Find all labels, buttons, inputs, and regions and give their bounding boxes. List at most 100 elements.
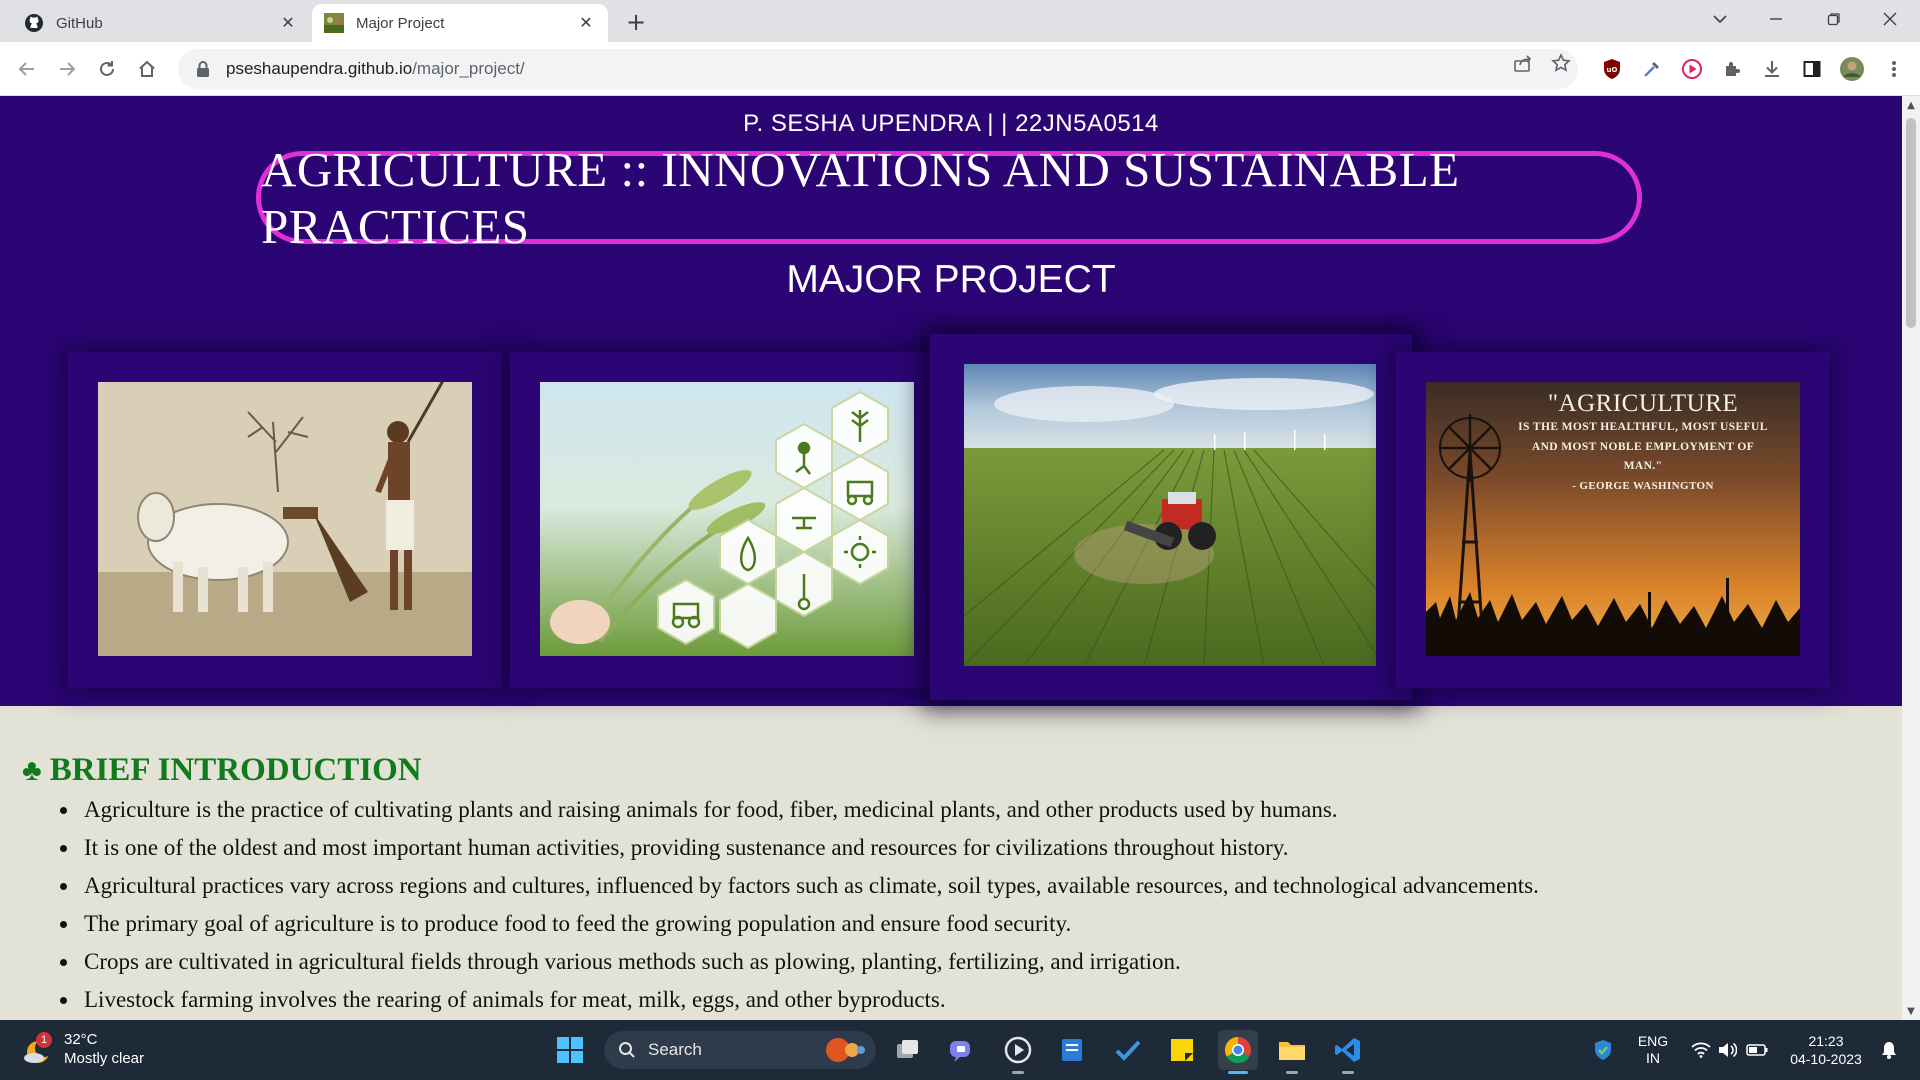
list-item: Agricultural practices vary across regio… — [80, 867, 1882, 905]
share-icon[interactable] — [1512, 52, 1534, 74]
page-title-text: AGRICULTURE :: INNOVATIONS AND SUSTAINAB… — [261, 141, 1460, 254]
search-icon — [618, 1041, 636, 1059]
weather-widget[interactable]: 1 32°C Mostly clear — [22, 1030, 144, 1068]
tab-major-project[interactable]: Major Project ✕ — [312, 4, 608, 42]
new-tab-button[interactable]: + — [622, 8, 650, 36]
vscode-icon[interactable] — [1328, 1030, 1368, 1074]
gallery-card-3 — [930, 334, 1412, 700]
intro-heading-text: BRIEF INTRODUCTION — [49, 752, 422, 788]
start-button[interactable] — [550, 1030, 590, 1070]
chrome-taskbar-icon[interactable] — [1218, 1030, 1258, 1074]
browser-toolbar: pseshaupendra.github.io/major_project/ u… — [0, 42, 1920, 96]
todo-checkmark-icon[interactable] — [1108, 1030, 1148, 1070]
tab-search-chevron-icon[interactable] — [1692, 0, 1748, 38]
system-clock[interactable]: 21:23 04-10-2023 — [1780, 1020, 1872, 1080]
intro-heading: ♣ BRIEF INTRODUCTION — [22, 752, 1882, 789]
task-view-icon[interactable] — [888, 1030, 928, 1070]
quote-attribution: - GEORGE WASHINGTON — [1572, 480, 1714, 492]
ublock-extension-icon[interactable]: uO — [1598, 55, 1626, 83]
notification-bell-icon[interactable] — [1874, 1020, 1904, 1080]
recorder-extension-icon[interactable] — [1678, 55, 1706, 83]
author-line: P. SESHA UPENDRA | | 22JN5A0514 — [743, 110, 1159, 137]
windows-taskbar: 1 32°C Mostly clear Search ENG IN 21:23 … — [0, 1020, 1920, 1080]
intro-section: ♣ BRIEF INTRODUCTION Agriculture is the … — [22, 752, 1882, 1019]
close-icon[interactable]: ✕ — [576, 13, 596, 33]
gallery-card-2 — [510, 352, 944, 688]
page-scrollbar[interactable]: ▲ ▼ — [1902, 96, 1920, 1020]
svg-text:uO: uO — [1607, 66, 1618, 74]
lang-line-2: IN — [1646, 1050, 1660, 1066]
search-highlight-icon — [816, 1035, 868, 1065]
page-viewport: P. SESHA UPENDRA | | 22JN5A0514 AGRICULT… — [0, 96, 1902, 1020]
scroll-up-arrow-icon[interactable]: ▲ — [1902, 96, 1920, 114]
tab-title: Major Project — [356, 14, 445, 32]
agriculture-favicon — [324, 13, 344, 33]
gallery-card-4: "AGRICULTURE IS THE MOST HEALTHFUL, MOST… — [1396, 352, 1830, 688]
volume-icon[interactable] — [1712, 1020, 1742, 1080]
url-path: /major_project/ — [412, 59, 525, 78]
list-item: Agriculture is the practice of cultivati… — [80, 791, 1882, 829]
clock-date: 04-10-2023 — [1790, 1051, 1862, 1067]
notes-app-icon[interactable] — [1052, 1030, 1092, 1070]
scrollbar-thumb[interactable] — [1906, 118, 1916, 328]
lang-line-1: ENG — [1637, 1033, 1669, 1049]
weather-desc: Mostly clear — [64, 1050, 145, 1067]
clock-time: 21:23 — [1808, 1033, 1844, 1049]
page-title: AGRICULTURE :: INNOVATIONS AND SUSTAINAB… — [256, 142, 1642, 254]
search-label: Search — [648, 1040, 702, 1059]
close-icon[interactable]: ✕ — [278, 13, 298, 33]
weather-moon-icon: 1 — [22, 1032, 53, 1064]
gallery-card-1 — [68, 352, 502, 688]
forward-arrow-icon[interactable] — [52, 54, 82, 84]
list-item: It is one of the oldest and most importa… — [80, 829, 1882, 867]
home-icon[interactable] — [132, 54, 162, 84]
url-text: pseshaupendra.github.io/major_project/ — [226, 59, 525, 79]
list-item: The primary goal of agriculture is to pr… — [80, 905, 1882, 943]
file-explorer-icon[interactable] — [1272, 1030, 1312, 1074]
extensions-puzzle-icon[interactable] — [1718, 55, 1746, 83]
eyedropper-extension-icon[interactable] — [1638, 55, 1666, 83]
tab-title: GitHub — [56, 14, 103, 32]
taskbar-search[interactable]: Search — [604, 1031, 876, 1069]
scroll-down-arrow-icon[interactable]: ▼ — [1902, 1002, 1920, 1020]
tab-github[interactable]: GitHub ✕ — [12, 4, 310, 42]
back-arrow-icon[interactable] — [12, 54, 42, 84]
running-indicator — [1012, 1071, 1024, 1074]
bookmark-star-icon[interactable] — [1550, 52, 1572, 74]
page-subtitle: MAJOR PROJECT — [786, 258, 1116, 301]
github-icon — [24, 13, 44, 33]
address-bar[interactable]: pseshaupendra.github.io/major_project/ — [178, 49, 1578, 89]
intro-list: Agriculture is the practice of cultivati… — [80, 791, 1882, 1019]
tractor-field-image — [964, 364, 1376, 666]
close-window-button[interactable] — [1862, 0, 1918, 38]
quote-heading: "AGRICULTURE — [1547, 390, 1739, 417]
list-item: Livestock farming involves the rearing o… — [80, 981, 1882, 1019]
quote-block: "AGRICULTURE IS THE MOST HEALTHFUL, MOST… — [1486, 390, 1800, 492]
side-panel-icon[interactable] — [1798, 55, 1826, 83]
download-icon[interactable] — [1758, 55, 1786, 83]
chrome-menu-icon[interactable] — [1880, 55, 1908, 83]
running-indicator — [1286, 1071, 1298, 1074]
reload-icon[interactable] — [92, 54, 122, 84]
running-indicator — [1342, 1071, 1354, 1074]
quote-line-2: AND MOST NOBLE EMPLOYMENT OF — [1531, 441, 1755, 453]
media-player-icon[interactable] — [998, 1030, 1038, 1074]
profile-avatar[interactable] — [1838, 55, 1866, 83]
plowing-oxen-image — [98, 382, 472, 656]
sticky-notes-icon[interactable] — [1162, 1030, 1202, 1070]
teams-chat-icon[interactable] — [942, 1030, 982, 1070]
windmill-quote-image: "AGRICULTURE IS THE MOST HEALTHFUL, MOST… — [1426, 382, 1800, 656]
smart-farming-image — [540, 382, 914, 656]
minimize-button[interactable] — [1748, 0, 1804, 38]
weather-temp: 32°C — [64, 1031, 98, 1048]
lock-icon[interactable] — [194, 60, 212, 78]
weather-text: 32°C Mostly clear — [64, 1030, 144, 1068]
club-suit-icon: ♣ — [22, 753, 42, 787]
restore-button[interactable] — [1806, 0, 1862, 38]
language-indicator[interactable]: ENG IN — [1628, 1020, 1678, 1080]
hero-section: P. SESHA UPENDRA | | 22JN5A0514 AGRICULT… — [0, 96, 1902, 706]
weather-badge: 1 — [36, 1032, 52, 1048]
battery-icon[interactable] — [1742, 1020, 1772, 1080]
running-indicator — [1228, 1071, 1248, 1074]
security-shield-icon[interactable] — [1588, 1020, 1618, 1080]
